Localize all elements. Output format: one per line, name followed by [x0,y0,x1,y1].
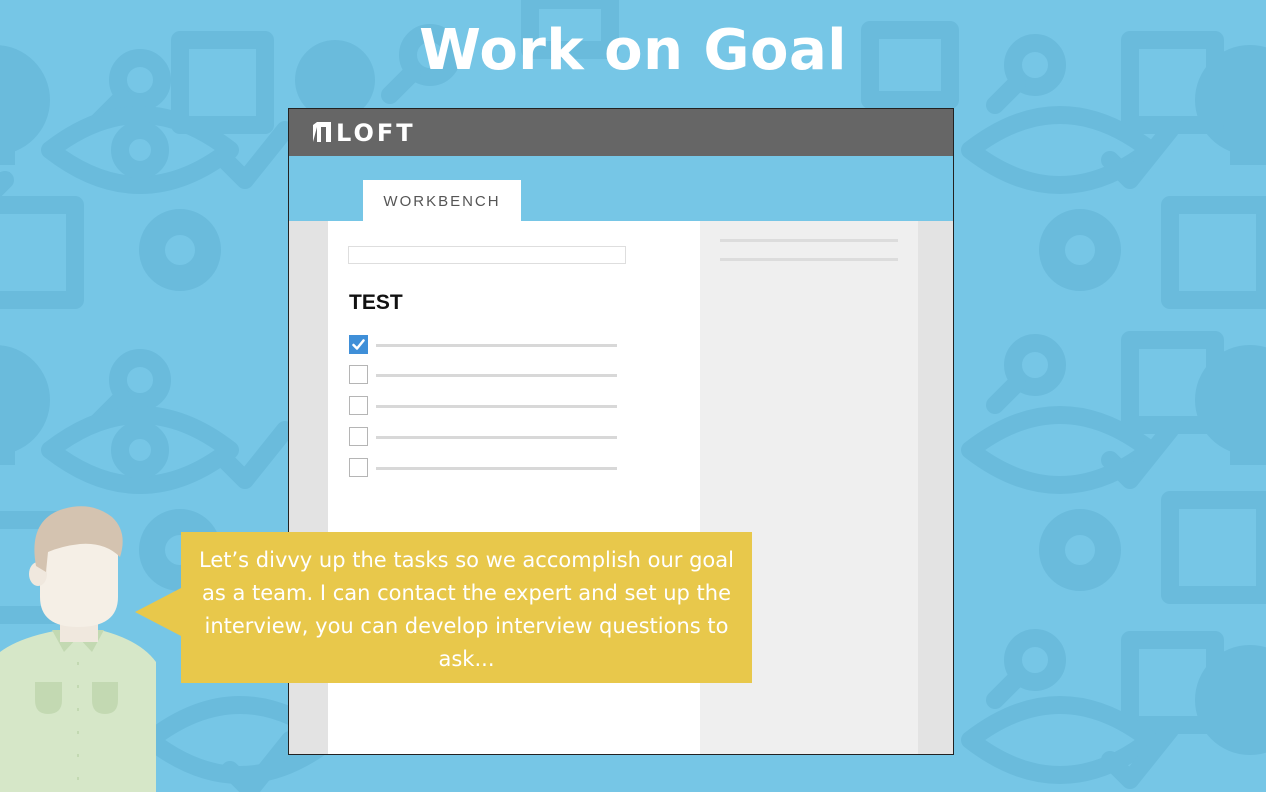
gear-icon [139,209,221,291]
task-item [349,396,619,416]
task-text-placeholder [376,405,617,408]
app-header: LOFT [289,109,953,156]
task-text-placeholder [376,374,617,377]
task-checkbox[interactable] [349,396,368,415]
loft-logo-icon [313,122,331,142]
task-item [349,458,619,478]
task-checkbox[interactable] [349,458,368,477]
check-icon [352,339,365,350]
magnifier-icon [986,34,1066,709]
task-item [349,365,619,385]
speech-bubble-tail [135,587,183,637]
tab-strip: WORKBENCH [289,156,953,221]
task-text-placeholder [376,467,617,470]
task-text-placeholder [376,344,617,347]
task-checkbox[interactable] [349,365,368,384]
tab-workbench[interactable]: WORKBENCH [363,180,521,221]
task-checkbox[interactable] [349,427,368,446]
task-text-placeholder [376,436,617,439]
list-title: TEST [349,291,403,314]
page-title: Work on Goal [419,18,847,83]
checkmark-icon [221,731,299,792]
side-panel-placeholder-line [720,239,898,242]
task-checkbox[interactable] [349,335,368,354]
cube-icon [0,171,84,309]
side-panel-placeholder-line [720,258,898,261]
speech-bubble: Let’s divvy up the tasks so we accomplis… [181,532,752,683]
logo-text: LOFT [336,119,416,147]
task-item [349,335,619,355]
character-illustration [0,506,156,792]
eye-icon [41,406,239,494]
right-gutter [918,221,953,754]
checkmark-icon [216,121,294,489]
list-title-input[interactable] [348,246,626,264]
task-item [349,427,619,447]
